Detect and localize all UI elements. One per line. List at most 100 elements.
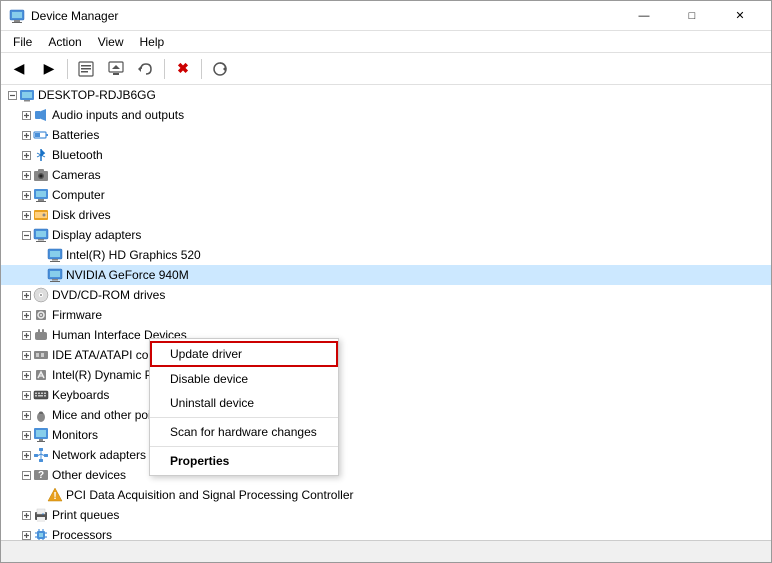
icon-pci: !	[47, 487, 63, 503]
icon-computer	[33, 187, 49, 203]
tree-item-printqueues[interactable]: Print queues	[1, 505, 771, 525]
device-tree[interactable]: DESKTOP-RDJB6GGAudio inputs and outputsB…	[1, 85, 771, 540]
expand-btn-intel-dynamic[interactable]	[19, 368, 33, 382]
tree-item-firmware[interactable]: Firmware	[1, 305, 771, 325]
label-other: Other devices	[52, 468, 126, 482]
icon-mice	[33, 407, 49, 423]
close-button[interactable]: ✕	[717, 1, 763, 31]
context-scan-hardware[interactable]: Scan for hardware changes	[150, 420, 338, 444]
tree-item-nvidia[interactable]: NVIDIA GeForce 940M	[1, 265, 771, 285]
expand-btn-audio[interactable]	[19, 108, 33, 122]
label-processors: Processors	[52, 528, 112, 540]
expand-btn-batteries[interactable]	[19, 128, 33, 142]
tree-item-pci[interactable]: ! PCI Data Acquisition and Signal Process…	[1, 485, 771, 505]
tree-item-keyboards[interactable]: Keyboards	[1, 385, 771, 405]
context-properties[interactable]: Properties	[150, 449, 338, 473]
window-controls: — □ ✕	[621, 1, 763, 31]
tree-item-intel-dynamic[interactable]: Intel(R) Dynamic Platform...	[1, 365, 771, 385]
expand-btn-display[interactable]	[19, 228, 33, 242]
scan-button[interactable]	[206, 56, 234, 82]
menu-help[interactable]: Help	[132, 33, 173, 51]
label-pci: PCI Data Acquisition and Signal Processi…	[66, 488, 353, 502]
label-printqueues: Print queues	[52, 508, 119, 522]
expand-btn-monitors[interactable]	[19, 428, 33, 442]
expand-btn-network[interactable]	[19, 448, 33, 462]
label-computer: Computer	[52, 188, 105, 202]
maximize-button[interactable]: □	[669, 1, 715, 31]
expand-btn-mice[interactable]	[19, 408, 33, 422]
icon-cameras	[33, 167, 49, 183]
label-display: Display adapters	[52, 228, 141, 242]
back-button[interactable]: ◀	[5, 56, 33, 82]
expand-btn-ide[interactable]	[19, 348, 33, 362]
label-keyboards: Keyboards	[52, 388, 109, 402]
label-cameras: Cameras	[52, 168, 101, 182]
label-intel-graphics: Intel(R) HD Graphics 520	[66, 248, 201, 262]
tree-item-batteries[interactable]: Batteries	[1, 125, 771, 145]
expand-btn-firmware[interactable]	[19, 308, 33, 322]
tree-item-display[interactable]: Display adapters	[1, 225, 771, 245]
icon-keyboards	[33, 387, 49, 403]
expand-btn-keyboards[interactable]	[19, 388, 33, 402]
expand-btn-printqueues[interactable]	[19, 508, 33, 522]
svg-text:!: !	[53, 491, 56, 502]
icon-audio	[33, 107, 49, 123]
forward-button[interactable]: ▶	[35, 56, 63, 82]
label-diskdrives: Disk drives	[52, 208, 111, 222]
expand-btn-other[interactable]	[19, 468, 33, 482]
rollback-button[interactable]	[132, 56, 160, 82]
menu-action[interactable]: Action	[40, 33, 89, 51]
tree-item-cameras[interactable]: Cameras	[1, 165, 771, 185]
expand-btn-diskdrives[interactable]	[19, 208, 33, 222]
label-root: DESKTOP-RDJB6GG	[38, 88, 156, 102]
expand-btn-root[interactable]	[5, 88, 19, 102]
expand-btn-processors[interactable]	[19, 528, 33, 540]
context-sep-2	[150, 446, 338, 447]
content-area: DESKTOP-RDJB6GGAudio inputs and outputsB…	[1, 85, 771, 540]
tree-item-intel-graphics[interactable]: Intel(R) HD Graphics 520	[1, 245, 771, 265]
tree-item-ide[interactable]: IDE ATA/ATAPI controllers	[1, 345, 771, 365]
tree-item-dvd[interactable]: DVD/CD-ROM drives	[1, 285, 771, 305]
tree-item-root[interactable]: DESKTOP-RDJB6GG	[1, 85, 771, 105]
tree-item-mice[interactable]: Mice and other pointing devices	[1, 405, 771, 425]
tree-item-computer[interactable]: Computer	[1, 185, 771, 205]
update-driver-toolbar-button[interactable]	[102, 56, 130, 82]
icon-diskdrives	[33, 207, 49, 223]
expand-btn-dvd[interactable]	[19, 288, 33, 302]
icon-intel-dynamic	[33, 367, 49, 383]
disable-button[interactable]: ✖	[169, 56, 197, 82]
icon-processors	[33, 527, 49, 540]
icon-printqueues	[33, 507, 49, 523]
label-firmware: Firmware	[52, 308, 102, 322]
toolbar-sep-1	[67, 59, 68, 79]
properties-button[interactable]	[72, 56, 100, 82]
tree-item-other[interactable]: ? Other devices	[1, 465, 771, 485]
expand-btn-computer[interactable]	[19, 188, 33, 202]
tree-item-monitors[interactable]: Monitors	[1, 425, 771, 445]
icon-firmware	[33, 307, 49, 323]
svg-text:?: ?	[38, 470, 44, 481]
icon-dvd	[33, 287, 49, 303]
context-update-driver[interactable]: Update driver	[150, 341, 338, 367]
label-monitors: Monitors	[52, 428, 98, 442]
tree-item-human-interface[interactable]: Human Interface Devices	[1, 325, 771, 345]
expand-btn-bluetooth[interactable]	[19, 148, 33, 162]
context-disable-device[interactable]: Disable device	[150, 367, 338, 391]
tree-item-audio[interactable]: Audio inputs and outputs	[1, 105, 771, 125]
icon-intel-graphics	[47, 247, 63, 263]
tree-item-processors[interactable]: Processors	[1, 525, 771, 540]
icon-nvidia	[47, 267, 63, 283]
tree-item-diskdrives[interactable]: Disk drives	[1, 205, 771, 225]
expand-btn-cameras[interactable]	[19, 168, 33, 182]
window: Device Manager — □ ✕ File Action View He…	[0, 0, 772, 563]
menu-view[interactable]: View	[90, 33, 132, 51]
title-bar: Device Manager — □ ✕	[1, 1, 771, 31]
context-uninstall-device[interactable]: Uninstall device	[150, 391, 338, 415]
tree-item-bluetooth[interactable]: Bluetooth	[1, 145, 771, 165]
minimize-button[interactable]: —	[621, 1, 667, 31]
expand-btn-human-interface[interactable]	[19, 328, 33, 342]
tree-item-network[interactable]: Network adapters	[1, 445, 771, 465]
menu-file[interactable]: File	[5, 33, 40, 51]
label-nvidia: NVIDIA GeForce 940M	[66, 268, 189, 282]
context-sep-1	[150, 417, 338, 418]
